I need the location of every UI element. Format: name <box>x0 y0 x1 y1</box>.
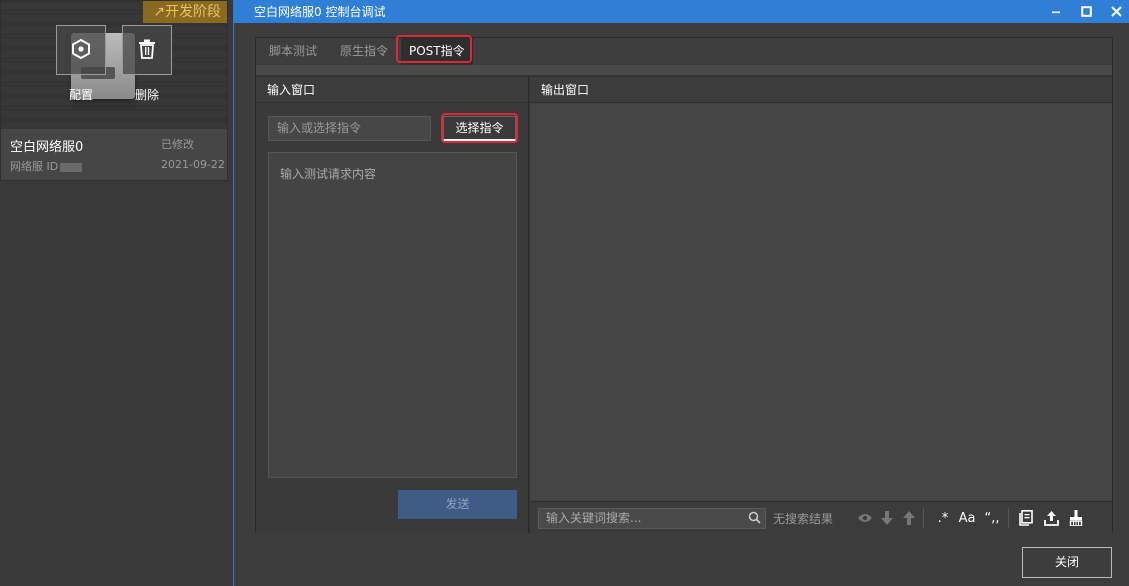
arrow-down-icon[interactable] <box>878 508 896 528</box>
output-pane-title: 输出窗口 <box>530 77 1112 103</box>
output-content <box>530 104 1112 500</box>
server-id-label: 网络服 ID <box>10 160 59 173</box>
server-id: 网络服 ID <box>10 158 83 174</box>
config-button[interactable] <box>56 25 106 75</box>
delete-label: 删除 <box>134 88 159 102</box>
maximize-icon <box>1080 6 1092 17</box>
hex-gear-icon <box>70 38 92 63</box>
search-input[interactable]: 输入关键词搜索... <box>538 508 766 529</box>
close-icon <box>1110 6 1122 17</box>
trash-icon <box>138 39 156 62</box>
minimize-icon <box>1052 11 1060 13</box>
match-case-toggle[interactable]: Aa <box>956 508 978 528</box>
send-button[interactable]: 发送 <box>398 490 517 519</box>
search-icon <box>748 511 761 530</box>
delete-button[interactable] <box>122 25 172 75</box>
window-close-button[interactable] <box>1101 0 1129 23</box>
server-name: 空白网络服0 <box>10 140 84 155</box>
whole-word-toggle[interactable]: “,, <box>981 508 1003 528</box>
tab-script-test[interactable]: 脚本测试 <box>269 38 317 65</box>
config-label: 配置 <box>68 88 93 102</box>
input-pane: 输入窗口 输入或选择指令 选择指令 输入测试请求内容 发送 <box>256 77 529 533</box>
server-card-thumbnail: ↗开发阶段 配置 删除 <box>1 1 227 129</box>
export-icon[interactable] <box>1041 508 1061 528</box>
search-placeholder: 输入关键词搜索... <box>546 511 642 525</box>
request-content-textarea[interactable]: 输入测试请求内容 <box>268 152 517 478</box>
server-date: 2021-09-22 <box>161 158 225 171</box>
tab-highlight-box <box>396 35 472 63</box>
dev-stage-badge: ↗开发阶段 <box>143 1 227 23</box>
command-input[interactable]: 输入或选择指令 <box>268 116 431 141</box>
tab-strip <box>256 65 1112 75</box>
output-pane: 输出窗口 输入关键词搜索... 无搜索结果 .* Aa “,, <box>530 77 1112 533</box>
console-debug-dialog: 空白网络服0 控制台调试 脚本测试 原生指令 POST指令 输入窗口 输入或选择… <box>233 0 1129 586</box>
minimize-button[interactable] <box>1041 0 1071 23</box>
output-search-bar: 输入关键词搜索... 无搜索结果 .* Aa “,, <box>530 501 1112 533</box>
select-command-highlight-box <box>441 113 518 143</box>
eye-icon[interactable] <box>856 508 874 528</box>
dialog-title: 空白网络服0 控制台调试 <box>254 5 386 19</box>
input-pane-title: 输入窗口 <box>256 77 528 103</box>
server-id-redacted <box>60 162 83 172</box>
regex-toggle[interactable]: .* <box>932 508 954 528</box>
copy-icon[interactable] <box>1016 508 1036 528</box>
server-card[interactable]: ↗开发阶段 配置 删除 空白网络服0 已修改 网络服 ID 2021-09-22 <box>0 0 228 181</box>
clear-broom-icon[interactable] <box>1066 508 1086 528</box>
search-status: 无搜索结果 <box>773 512 834 526</box>
server-list-panel: ↗开发阶段 配置 删除 空白网络服0 已修改 网络服 ID 2021-09-22 <box>0 0 233 586</box>
arrow-up-icon[interactable] <box>900 508 918 528</box>
request-placeholder: 输入测试请求内容 <box>280 167 377 181</box>
console-panel: 脚本测试 原生指令 POST指令 输入窗口 输入或选择指令 选择指令 输入测试请… <box>255 35 1113 533</box>
close-button[interactable]: 关闭 <box>1022 547 1112 578</box>
modified-status: 已修改 <box>161 138 194 151</box>
maximize-button[interactable] <box>1071 0 1101 23</box>
title-bar: 空白网络服0 控制台调试 <box>234 0 1129 23</box>
tab-native-command[interactable]: 原生指令 <box>340 38 388 65</box>
tab-bar: 脚本测试 原生指令 POST指令 <box>256 38 1112 65</box>
